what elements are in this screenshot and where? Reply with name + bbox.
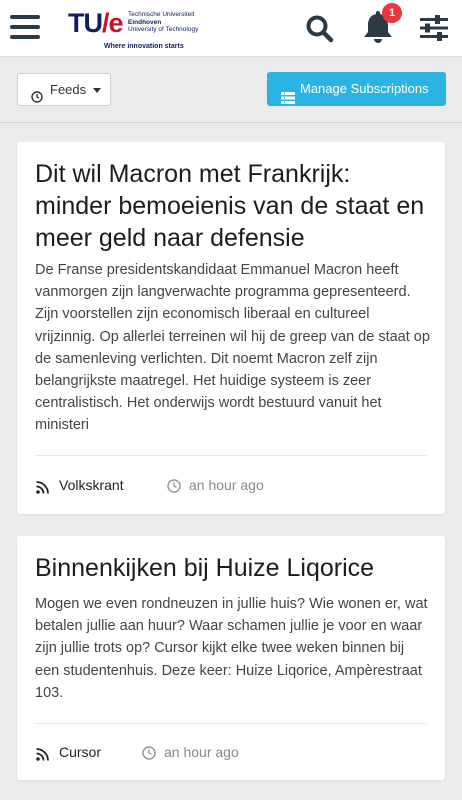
article-card[interactable]: Binnenkijken bij Huize Liqorice Mogen we… [17,536,445,780]
article-excerpt: Mogen we even rondneuzen in jullie huis?… [35,596,428,701]
notification-badge[interactable]: 1 [382,3,402,23]
logo-university-name: Technische Universiteit Eindhoven Univer… [128,11,199,33]
article-time: an hour ago [189,477,264,493]
list-icon [281,83,295,117]
article-source[interactable]: Volkskrant [59,475,124,495]
article-excerpt: De Franse presidentskandidaat Emmanuel M… [35,262,430,434]
clock-icon [31,83,43,114]
logo-tagline: Where innovation starts [104,43,184,50]
article-title[interactable]: Dit wil Macron met Frankrijk: minder bem… [35,158,431,254]
hamburger-icon[interactable] [10,14,40,40]
manage-subscriptions-label: Manage Subscriptions [300,81,429,96]
top-navbar: TU/e Technische Universiteit Eindhoven U… [0,0,462,57]
feeds-dropdown-button[interactable]: Feeds [17,73,111,106]
toolbar-divider [0,122,462,123]
article-card[interactable]: Dit wil Macron met Frankrijk: minder bem… [17,142,445,514]
article-title[interactable]: Binnenkijken bij Huize Liqorice [35,552,431,584]
article-meta: Volkskrant an hour ago [35,475,431,495]
clock-icon [167,478,181,498]
card-divider [35,455,427,456]
rss-icon [36,479,49,499]
feeds-label: Feeds [50,82,87,97]
card-divider [35,723,427,724]
clock-icon [142,745,156,765]
article-meta: Cursor an hour ago [35,742,431,762]
tue-logo[interactable]: TU/e Technische Universiteit Eindhoven U… [68,8,228,52]
rss-icon [36,746,49,766]
manage-subscriptions-button[interactable]: Manage Subscriptions [267,72,446,106]
article-source[interactable]: Cursor [59,742,101,762]
caret-down-icon [93,88,101,93]
search-icon[interactable] [305,14,335,44]
sliders-icon[interactable] [420,15,448,41]
logo-mark: TU/e [68,8,124,38]
article-time: an hour ago [164,744,239,760]
